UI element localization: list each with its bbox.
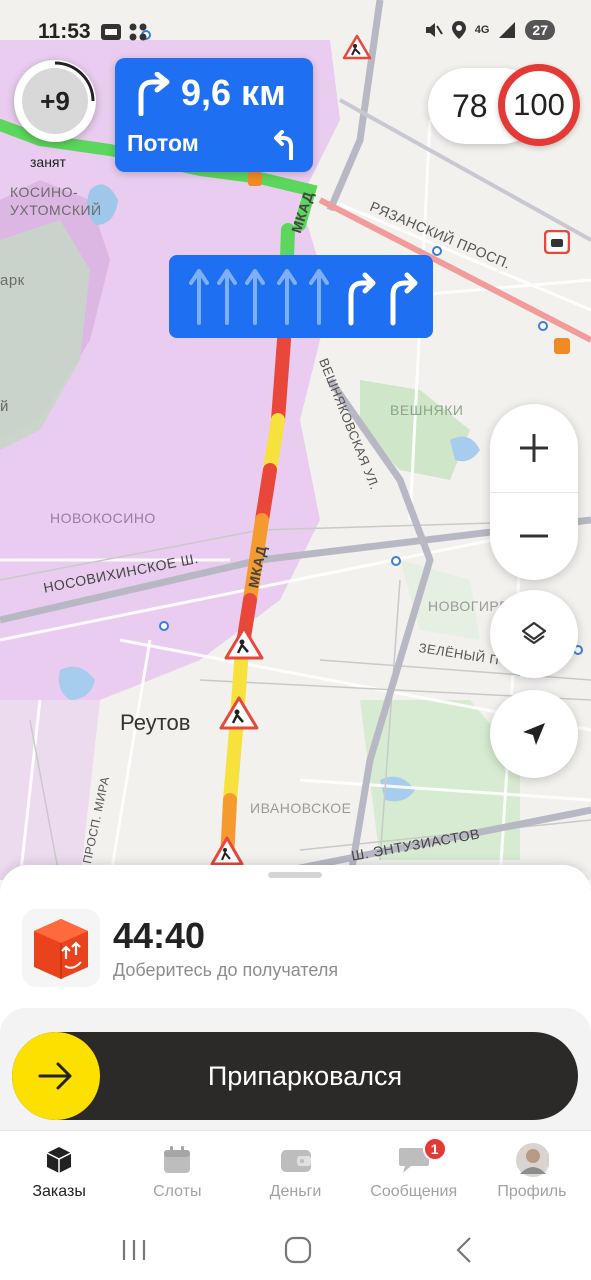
speed-indicator: 78 100 xyxy=(428,64,580,146)
status-left-icons xyxy=(100,22,148,42)
mute-icon xyxy=(425,23,443,37)
calendar-icon xyxy=(160,1143,194,1177)
back-button[interactable] xyxy=(444,1230,484,1270)
roadworks-icon[interactable] xyxy=(210,836,244,866)
map-label-kosino: КОСИНО- УХТОМСКИЙ xyxy=(10,184,102,218)
sheet-drag-handle[interactable] xyxy=(268,872,322,878)
map-label-park: арк xyxy=(0,272,25,289)
level-value: +9 xyxy=(22,68,88,134)
recent-apps-icon xyxy=(122,1240,146,1260)
location-icon xyxy=(451,21,466,39)
turn-right-arrow-icon xyxy=(138,72,170,116)
network-type: 4G xyxy=(474,24,490,36)
roadworks-icon[interactable] xyxy=(219,696,259,730)
maneuver-card[interactable]: 9,6 км Потом xyxy=(115,58,313,172)
status-time: 11:53 xyxy=(38,20,91,43)
map-label-novokosino: НОВОКОСИНО xyxy=(50,510,156,526)
roadworks-icon[interactable] xyxy=(224,626,264,660)
slider-knob[interactable] xyxy=(12,1032,100,1120)
status-right-icons: 4G 27 xyxy=(423,20,555,40)
system-navigation-bar xyxy=(0,1212,591,1280)
parked-swipe-button[interactable]: Припарковался xyxy=(12,1032,578,1120)
tab-label: Сообщения xyxy=(370,1183,458,1200)
avatar-icon xyxy=(515,1143,549,1177)
lane-guidance xyxy=(169,255,433,338)
bottom-tab-bar: Заказы Слоты Деньги Сообщения 1 Профиль xyxy=(0,1130,591,1212)
eta-description: Доберитесь до получателя xyxy=(113,960,339,980)
app-notification-icon xyxy=(101,24,121,40)
minus-icon xyxy=(520,534,548,538)
zoom-out-button[interactable] xyxy=(490,492,578,580)
tab-orders[interactable]: Заказы xyxy=(0,1131,118,1212)
dots-grid-icon xyxy=(129,23,147,41)
sheet-action-area: Припарковался Заказы Слоты Деньги Сообще… xyxy=(0,1008,591,1280)
lane-arrows xyxy=(189,269,418,326)
camera-icon[interactable] xyxy=(544,230,570,254)
plus-icon xyxy=(520,434,548,462)
parcel-box-icon xyxy=(34,919,88,979)
maneuver-distance: 9,6 км xyxy=(181,72,286,113)
turn-left-arrow-icon xyxy=(274,130,293,160)
battery-indicator: 27 xyxy=(525,20,555,40)
zoom-in-button[interactable] xyxy=(490,404,578,492)
courier-status: занят xyxy=(30,154,66,170)
navigation-arrow-icon xyxy=(523,723,545,745)
order-bottom-sheet[interactable]: 44:40 Доберитесь до получателя Припарков… xyxy=(0,865,591,1280)
tab-messages[interactable]: Сообщения 1 xyxy=(355,1131,473,1212)
arrow-right-icon xyxy=(38,1062,72,1090)
wallet-icon xyxy=(279,1143,313,1177)
signal-icon xyxy=(499,22,516,38)
layers-button[interactable] xyxy=(490,590,578,678)
home-icon xyxy=(284,1236,312,1264)
recent-apps-button[interactable] xyxy=(114,1230,154,1270)
tab-slots[interactable]: Слоты xyxy=(118,1131,236,1212)
current-speed: 78 xyxy=(452,88,488,124)
tab-money[interactable]: Деньги xyxy=(236,1131,354,1212)
map-label-ivanovskoe: ИВАНОВСКОЕ xyxy=(250,800,352,816)
map-label-veshnyaki: ВЕШНЯКИ xyxy=(390,402,464,418)
my-location-button[interactable] xyxy=(490,690,578,778)
unread-badge: 1 xyxy=(422,1137,447,1161)
eta-time: 44:40 xyxy=(113,915,206,956)
speed-limit-sign: 100 xyxy=(498,64,580,146)
home-button[interactable] xyxy=(278,1230,318,1270)
map-label-reutov: Реутов xyxy=(120,710,191,735)
tab-label: Профиль xyxy=(497,1183,567,1200)
back-chevron-icon xyxy=(456,1237,471,1263)
tab-profile[interactable]: Профиль xyxy=(473,1131,591,1212)
zoom-controls xyxy=(490,404,578,580)
parcel-icon-wrap xyxy=(22,909,100,987)
maneuver-then-label: Потом xyxy=(127,130,199,156)
map-label-side: й xyxy=(0,398,9,415)
tab-label: Деньги xyxy=(269,1183,322,1200)
tab-label: Слоты xyxy=(153,1183,202,1200)
level-indicator[interactable]: +9 xyxy=(14,60,96,142)
status-bar: 11:53 4G 27 xyxy=(0,0,591,64)
layers-icon xyxy=(521,621,547,645)
box-icon xyxy=(42,1143,76,1177)
tab-label: Заказы xyxy=(32,1183,86,1200)
